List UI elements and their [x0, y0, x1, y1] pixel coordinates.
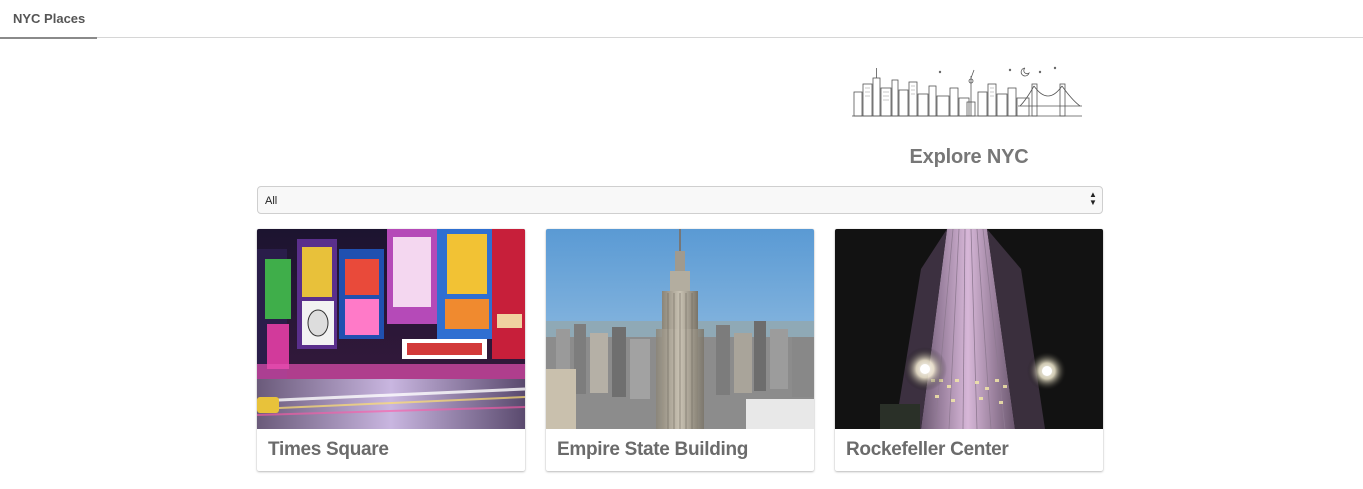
top-nav-bar: NYC Places: [0, 0, 1363, 39]
category-filter-select[interactable]: All ▲ ▼: [257, 186, 1103, 214]
empire-state-building-photo: [546, 229, 814, 429]
card-title: Rockefeller Center: [846, 439, 1009, 460]
card-title: Times Square: [268, 439, 389, 460]
nyc-skyline-illustration: [852, 66, 1082, 117]
page-title: Explore NYC: [909, 146, 1029, 168]
place-card-empire-state-building[interactable]: Empire State Building: [546, 229, 814, 471]
times-square-photo: [257, 229, 525, 429]
nav-tab-nyc-places[interactable]: NYC Places: [0, 0, 97, 39]
filter-selected-value: All: [265, 195, 278, 207]
rockefeller-center-photo: [835, 229, 1103, 429]
place-card-times-square[interactable]: Times Square: [257, 229, 525, 471]
select-arrows-icon: ▲ ▼: [1089, 190, 1097, 207]
place-card-rockefeller-center[interactable]: Rockefeller Center: [835, 229, 1103, 471]
card-title: Empire State Building: [557, 439, 749, 460]
